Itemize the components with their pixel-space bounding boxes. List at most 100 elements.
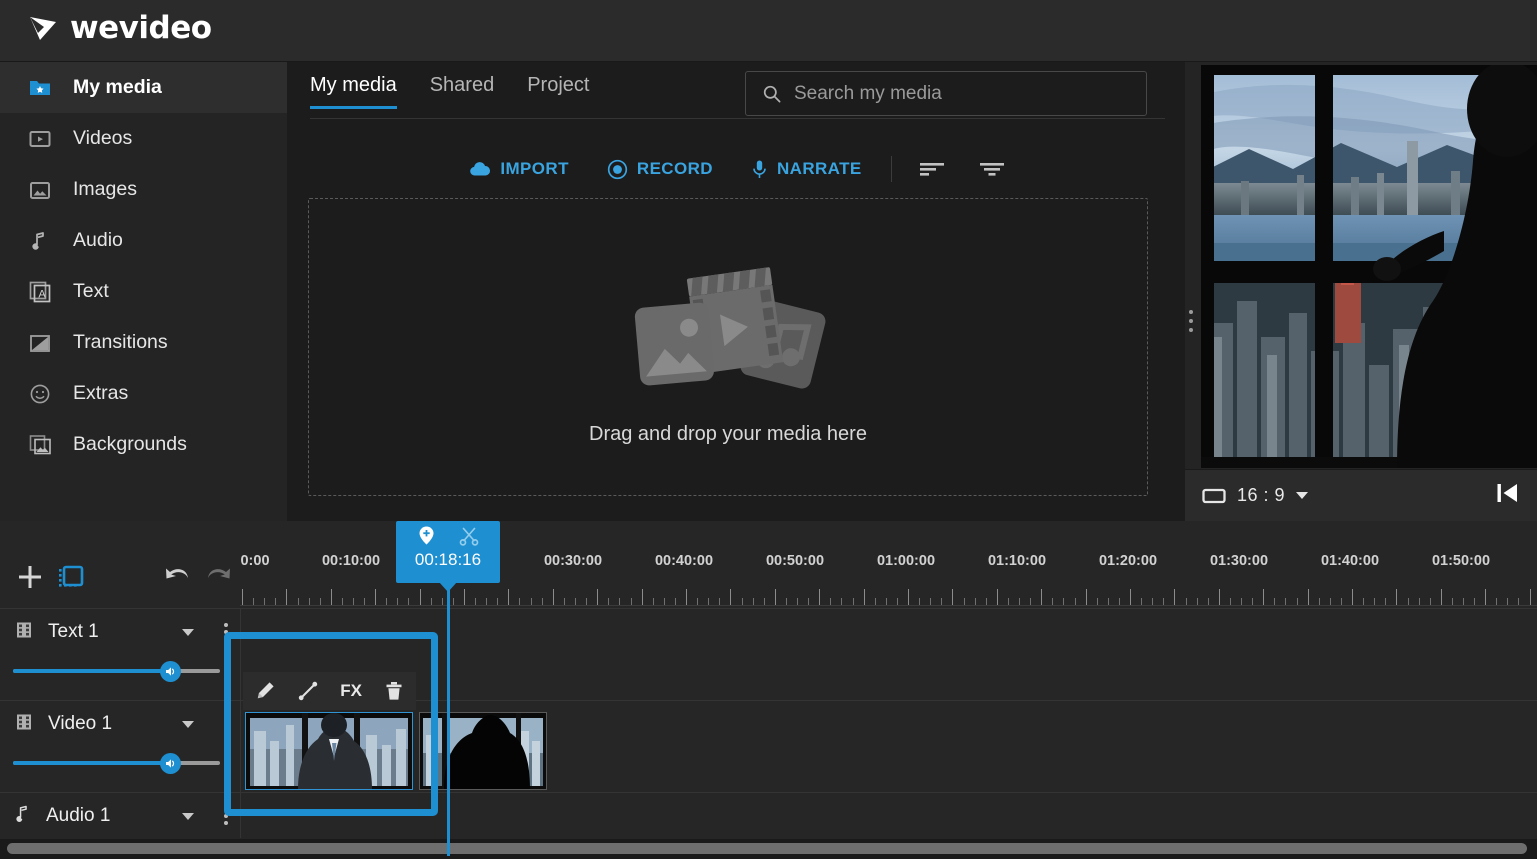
import-button[interactable]: IMPORT xyxy=(450,159,588,179)
track-lane[interactable] xyxy=(240,701,1537,792)
track-menu-button[interactable] xyxy=(224,715,228,733)
track-menu-button[interactable] xyxy=(224,623,228,641)
sidebar-item-label: Audio xyxy=(73,229,123,252)
text-layers-icon: A xyxy=(27,279,53,305)
track-collapse-chevron-icon[interactable] xyxy=(182,721,194,728)
backgrounds-icon xyxy=(27,432,53,458)
ruler-tick xyxy=(1030,598,1031,605)
ruler-label: 01:20:00 xyxy=(1099,553,1157,569)
ruler-tick xyxy=(1396,589,1397,605)
sidebar-item-text[interactable]: A Text xyxy=(0,266,287,317)
sidebar-item-audio[interactable]: Audio xyxy=(0,215,287,266)
media-tabs: My media Shared Project xyxy=(310,74,589,109)
delete-trash-icon[interactable] xyxy=(377,676,411,706)
media-dropzone[interactable]: Drag and drop your media here xyxy=(308,198,1148,496)
video-clip-2[interactable] xyxy=(419,712,547,790)
ruler-tick xyxy=(786,598,787,605)
track-header: Audio 1 xyxy=(0,793,240,838)
track-lane[interactable] xyxy=(240,793,1537,838)
redo-icon xyxy=(205,563,233,591)
ruler-tick xyxy=(1363,598,1364,605)
import-label: IMPORT xyxy=(500,159,569,179)
playhead-line[interactable] xyxy=(447,583,450,856)
sidebar: My media Videos Images Audio A Text xyxy=(0,62,287,521)
ruler-tick xyxy=(1530,589,1531,605)
ruler-tick xyxy=(875,598,876,605)
effects-fx-button[interactable]: FX xyxy=(334,676,368,706)
sidebar-item-label: Extras xyxy=(73,382,128,405)
track-volume-slider[interactable] xyxy=(13,756,220,770)
preview-video[interactable] xyxy=(1201,65,1537,468)
undo-button[interactable] xyxy=(163,563,191,596)
redo-button[interactable] xyxy=(205,563,233,596)
sidebar-item-backgrounds[interactable]: Backgrounds xyxy=(0,419,287,470)
narrate-button[interactable]: NARRATE xyxy=(732,159,881,180)
music-note-icon xyxy=(27,228,53,254)
preview-drag-handle[interactable] xyxy=(1189,310,1193,332)
search-box[interactable] xyxy=(745,71,1147,116)
track-lane[interactable] xyxy=(240,609,1537,700)
ruler-tick xyxy=(1463,598,1464,605)
track-text-1: Text 1 xyxy=(0,608,1537,700)
animation-line-icon[interactable] xyxy=(291,676,325,706)
track-header: Video 1 xyxy=(0,701,240,792)
ruler-tick xyxy=(1252,598,1253,605)
ruler-tick xyxy=(686,589,687,605)
sidebar-item-label: Backgrounds xyxy=(73,433,187,456)
ruler-tick xyxy=(1041,589,1042,605)
sidebar-item-videos[interactable]: Videos xyxy=(0,113,287,164)
track-menu-button[interactable] xyxy=(224,807,228,825)
sort-button[interactable] xyxy=(902,159,962,179)
ruler-tick xyxy=(1341,598,1342,605)
record-button[interactable]: RECORD xyxy=(588,159,732,180)
timeline-scrollbar[interactable] xyxy=(0,839,1537,859)
ruler-tick xyxy=(1086,589,1087,605)
edit-pencil-icon[interactable] xyxy=(248,676,282,706)
sidebar-item-transitions[interactable]: Transitions xyxy=(0,317,287,368)
ruler-tick xyxy=(753,598,754,605)
sidebar-item-label: Images xyxy=(73,178,137,201)
track-name: Audio 1 xyxy=(46,805,110,827)
timeline-scrollbar-thumb[interactable] xyxy=(7,843,1527,854)
filter-button[interactable] xyxy=(962,159,1022,179)
playhead-badge[interactable]: 00:18:16 xyxy=(396,521,500,583)
scissors-icon[interactable] xyxy=(459,526,479,551)
add-track-button[interactable] xyxy=(17,564,43,595)
record-circle-icon xyxy=(607,159,628,180)
tab-shared[interactable]: Shared xyxy=(430,74,495,109)
ruler-tick xyxy=(1385,598,1386,605)
ruler-tick xyxy=(1441,589,1442,605)
ruler-tick xyxy=(1330,598,1331,605)
sidebar-item-images[interactable]: Images xyxy=(0,164,287,215)
ruler-tick xyxy=(1219,589,1220,605)
ruler-tick xyxy=(653,598,654,605)
tab-project[interactable]: Project xyxy=(527,74,589,109)
search-input[interactable] xyxy=(794,83,1124,105)
track-header: Text 1 xyxy=(0,609,240,700)
ruler-label: 01:00:00 xyxy=(877,553,935,569)
ruler-tick xyxy=(397,598,398,605)
ruler-tick xyxy=(1208,598,1209,605)
select-all-button[interactable] xyxy=(58,563,85,595)
ruler-tick xyxy=(742,598,743,605)
undo-icon xyxy=(163,563,191,591)
tab-my-media[interactable]: My media xyxy=(310,74,397,109)
aspect-ratio-selector[interactable]: 16 : 9 xyxy=(1202,485,1308,506)
sidebar-item-my-media[interactable]: My media xyxy=(0,62,287,113)
ruler-tick xyxy=(420,589,421,605)
track-collapse-chevron-icon[interactable] xyxy=(182,629,194,636)
volume-thumb-speaker-icon[interactable] xyxy=(160,753,181,774)
sidebar-item-extras[interactable]: Extras xyxy=(0,368,287,419)
ruler-tick xyxy=(519,598,520,605)
volume-thumb-speaker-icon[interactable] xyxy=(160,661,181,682)
brand-logo[interactable]: wevideo xyxy=(26,10,212,46)
brand-name: wevideo xyxy=(70,10,212,46)
skip-to-start-button[interactable] xyxy=(1494,480,1520,511)
track-collapse-chevron-icon[interactable] xyxy=(182,813,194,820)
marquee-select-icon xyxy=(58,563,85,590)
video-clip-selected[interactable] xyxy=(245,712,413,790)
ruler-tick xyxy=(708,598,709,605)
add-marker-icon[interactable] xyxy=(417,525,436,551)
ruler-tick xyxy=(1141,598,1142,605)
track-volume-slider[interactable] xyxy=(13,664,220,678)
